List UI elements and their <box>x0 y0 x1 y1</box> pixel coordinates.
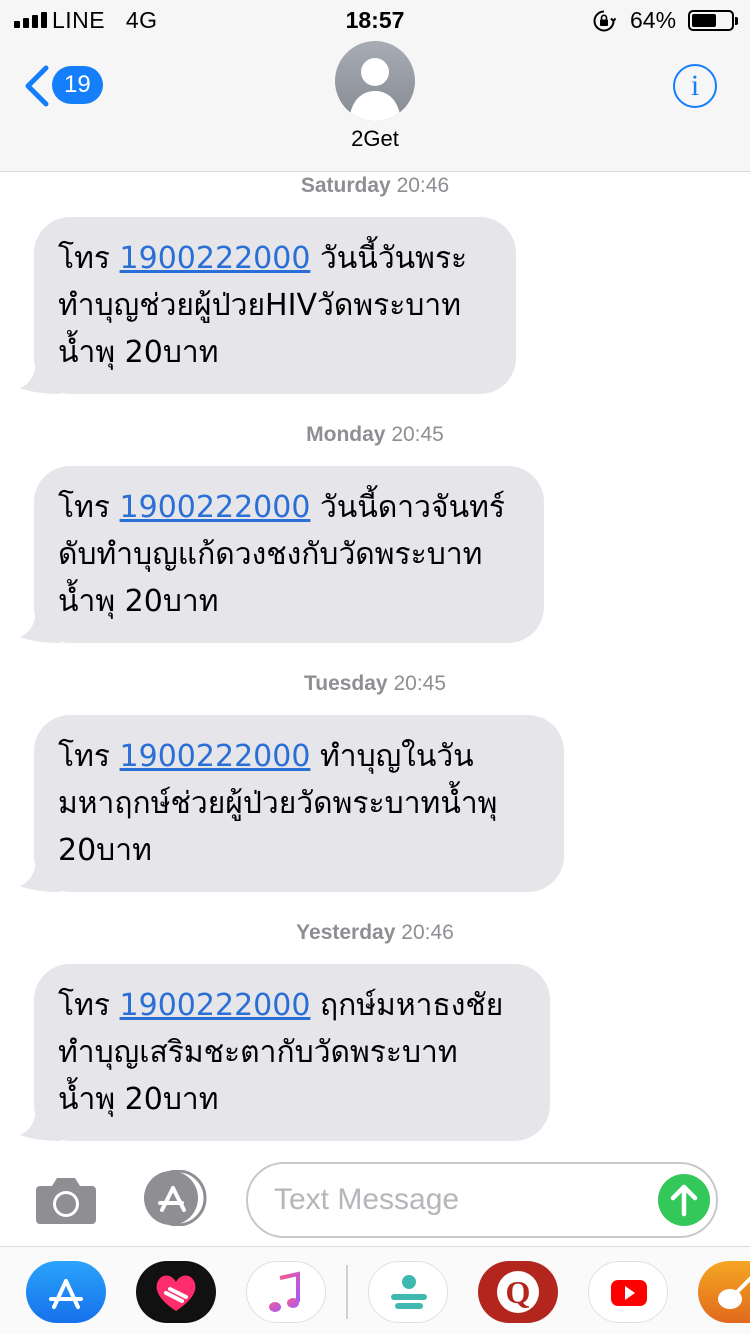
battery-fill <box>692 14 716 27</box>
message-line: ทำบุญเสริมชะตากับวัดพระบาท <box>58 1035 458 1070</box>
app-drawer[interactable]: Q <box>0 1246 750 1334</box>
timestamp-day: Tuesday <box>303 672 388 695</box>
message-bubble[interactable]: โทร 1900222000 วันนี้ดาวจันทร์ ดับทำบุญแ… <box>20 466 544 643</box>
guitar-icon[interactable] <box>698 1261 750 1323</box>
message-line: มหาฤกษ์ช่วยผู้ป่วยวัดพระบาทน้ำพุ <box>58 786 498 821</box>
bubble-tail <box>20 360 60 394</box>
message-line: น้ำพุ 20บาท <box>58 335 219 370</box>
camera-icon[interactable] <box>34 1174 98 1226</box>
timestamp-time: 20:45 <box>393 672 447 695</box>
message-prefix: โทร <box>58 988 120 1023</box>
message-line: ฤกษ์มหาธงชัย <box>310 988 504 1023</box>
bubble-tail <box>20 858 60 892</box>
message-line: วันนี้วันพระ <box>310 241 468 276</box>
timestamp-time: 20:46 <box>401 921 454 944</box>
timestamp-time: 20:45 <box>391 423 444 446</box>
phone-link[interactable]: 1900222000 <box>120 241 311 276</box>
composer-bar <box>0 1154 750 1246</box>
status-bar: LINE 4G 18:57 64% <box>0 0 750 40</box>
heart-hands-icon[interactable] <box>136 1261 216 1323</box>
youtube-play-icon[interactable] <box>588 1261 668 1323</box>
message-prefix: โทร <box>58 241 120 276</box>
send-arrow-icon <box>670 1184 698 1217</box>
battery-percent: 64% <box>630 7 677 33</box>
battery-nub <box>735 17 738 25</box>
message-line: วันนี้ดาวจันทร์ <box>310 490 505 525</box>
q-icon[interactable]: Q <box>478 1261 558 1323</box>
orientation-lock-icon <box>593 10 616 32</box>
contact-name[interactable]: 2Get <box>0 126 750 152</box>
music-note-icon[interactable] <box>246 1261 326 1323</box>
message-line: ทำบุญช่วยผู้ป่วยHIVวัดพระบาท <box>58 288 461 323</box>
memoji-icon[interactable] <box>368 1261 448 1323</box>
timestamp: Saturday 20:46 <box>0 174 750 198</box>
message-bubble[interactable]: โทร 1900222000 ทำบุญในวัน มหาฤกษ์ช่วยผู้… <box>20 715 564 892</box>
info-button[interactable]: i <box>673 64 717 108</box>
message-bubble[interactable]: โทร 1900222000 วันนี้วันพระ ทำบุญช่วยผู้… <box>20 217 516 394</box>
message-prefix: โทร <box>58 739 120 774</box>
message-text-field[interactable] <box>246 1162 718 1238</box>
battery-icon <box>688 10 738 31</box>
bubble-tail <box>20 609 60 643</box>
phone-link[interactable]: 1900222000 <box>120 988 311 1023</box>
message-input[interactable] <box>274 1178 644 1222</box>
back-button[interactable]: 19 <box>22 62 112 110</box>
chevron-left-icon <box>25 65 49 107</box>
app-store-icon[interactable] <box>26 1261 106 1323</box>
bubble-tail <box>20 1107 60 1141</box>
message-line: 20บาท <box>58 833 152 868</box>
message-line: ดับทำบุญแก้ดวงชงกับวัดพระบาท <box>58 537 483 572</box>
drawer-divider <box>346 1265 348 1319</box>
conversation-header: LINE 4G 18:57 64% 19 2Get i <box>0 0 750 172</box>
timestamp-day: Monday <box>306 423 386 446</box>
svg-text:Q: Q <box>506 1274 531 1310</box>
person-silhouette-icon[interactable] <box>335 41 415 121</box>
message-line: ทำบุญในวัน <box>310 739 474 774</box>
message-prefix: โทร <box>58 490 120 525</box>
timestamp-day: Saturday <box>300 174 391 197</box>
message-list[interactable]: Saturday 20:46 โทร 1900222000 วันนี้วันพ… <box>0 172 750 1154</box>
timestamp-day: Yesterday <box>296 921 396 944</box>
message-line: น้ำพุ 20บาท <box>58 584 219 619</box>
timestamp: Monday 20:45 <box>0 423 750 447</box>
timestamp: Tuesday 20:45 <box>0 672 750 696</box>
unread-count-badge: 19 <box>52 66 103 104</box>
send-button[interactable] <box>658 1174 710 1226</box>
message-bubble[interactable]: โทร 1900222000 ฤกษ์มหาธงชัย ทำบุญเสริมชะ… <box>20 964 550 1141</box>
phone-link[interactable]: 1900222000 <box>120 490 311 525</box>
timestamp: Yesterday 20:46 <box>0 921 750 945</box>
app-store-icon[interactable] <box>140 1170 212 1226</box>
timestamp-time: 20:46 <box>396 174 450 197</box>
phone-link[interactable]: 1900222000 <box>120 739 311 774</box>
message-line: น้ำพุ 20บาท <box>58 1082 219 1117</box>
